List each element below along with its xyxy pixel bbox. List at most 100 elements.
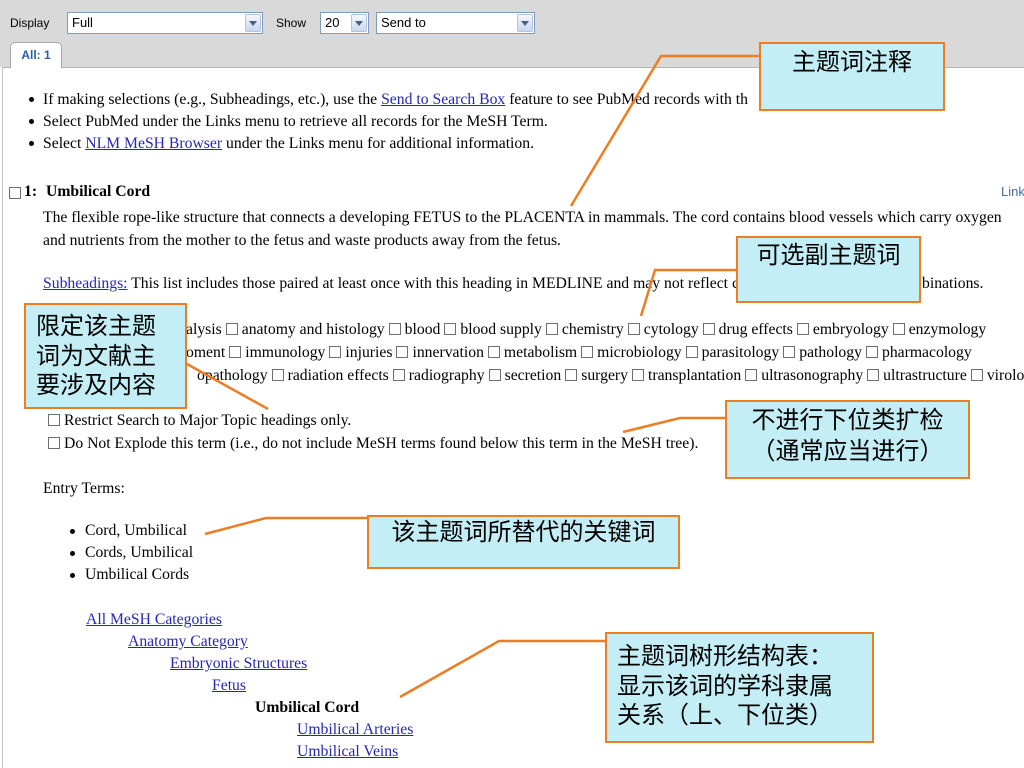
subheading-checkbox[interactable] [229,346,242,358]
no-explode-callout: 不进行下位类扩检 （通常应当进行） [725,400,970,479]
subheading-checkbox[interactable] [392,369,405,381]
mesh-record-page: Display Full Show 20 Send to All: 1 If m… [0,0,1024,768]
subheading-checkbox[interactable] [796,323,809,335]
callout-text: 显示该词的学科隶属 [617,671,833,700]
subheading-label: pharmacology [881,344,972,361]
subheadings-note-tail: binations. [922,275,984,292]
tip-text: Select [43,135,86,152]
subheadings-link[interactable]: Subheadings: [43,275,128,292]
subheading-checkbox[interactable] [783,346,796,358]
tree-link-all-mesh-categories[interactable]: All MeSH Categories [86,609,222,631]
tree-link-fetus[interactable]: Fetus [212,675,246,697]
entry-term-bullet [70,529,75,534]
subheading-checkbox[interactable] [685,346,698,358]
subheading-checkbox[interactable] [631,369,644,381]
callout-text: （通常应当进行） [751,437,944,465]
tip-text: feature to see PubMed records with th [505,91,748,108]
no-explode-option: Do Not Explode this term (i.e., do not i… [48,433,698,455]
entry-term-bullet [70,551,75,556]
subheading-label: metabolism [503,344,578,361]
subheading-checkbox[interactable] [627,323,640,335]
subheading-checkbox[interactable] [271,369,284,381]
subheading-checkbox[interactable] [444,323,457,335]
subheadings-note: Subheadings: This list includes those pa… [43,273,739,295]
subheading-checkbox[interactable] [487,346,500,358]
entry-terms-label: Entry Terms: [43,480,125,497]
subheading-checkbox[interactable] [565,369,578,381]
major-topic-checkbox[interactable] [48,414,60,426]
record-select-checkbox[interactable] [9,187,21,199]
show-count-value: 20 [325,15,340,30]
subheading-label: microbiology [597,344,682,361]
subheading-label: alysis [186,321,222,338]
send-to-select[interactable]: Send to [376,12,535,34]
record-number: 1: [24,183,38,200]
subheading-label: blood supply [460,321,542,338]
chevron-down-icon[interactable] [517,14,533,32]
subheading-checkbox[interactable] [702,323,715,335]
chevron-down-icon[interactable] [245,14,261,32]
tree-callout: 主题词树形结构表： 显示该词的学科隶属 关系（上、下位类） [605,632,874,743]
display-format-value: Full [72,15,93,30]
subheading-checkbox[interactable] [488,369,501,381]
subheading-label: radiography [408,367,485,384]
entry-term: Cords, Umbilical [85,544,194,561]
subheading-checkbox[interactable] [892,323,905,335]
nlm-mesh-browser-link[interactable]: NLM MeSH Browser [85,135,222,152]
subheading-label: enzymology [908,321,987,338]
entry-term: Cord, Umbilical [85,522,187,539]
show-count-select[interactable]: 20 [320,12,369,34]
links-menu[interactable]: Link [1001,182,1024,202]
subheading-checkbox[interactable] [970,369,983,381]
send-to-value: Send to [381,15,426,30]
subheading-checkbox[interactable] [867,369,880,381]
subheading-checkbox[interactable] [581,346,594,358]
subheadings-callout: 可选副主题词 [736,236,921,303]
tip-bullet [29,119,34,124]
subheading-label: opathology [197,367,268,384]
subheading-label: ultrastructure [883,367,967,384]
tree-link-umbilical-arteries[interactable]: Umbilical Arteries [297,719,413,741]
no-explode-checkbox[interactable] [48,437,60,449]
tree-link-embryonic-structures[interactable]: Embryonic Structures [170,653,307,675]
subheading-checkbox[interactable] [396,346,409,358]
chevron-down-icon[interactable] [351,14,367,32]
subheading-label: pathology [799,344,862,361]
tab-all[interactable]: All: 1 [10,42,62,68]
record-title: Umbilical Cord [46,183,151,200]
callout-text: 要涉及内容 [36,371,156,399]
subheading-label: immunology [245,344,326,361]
tree-link-umbilical-veins[interactable]: Umbilical Veins [297,741,398,763]
subheadings-note-text: This list includes those paired at least… [127,275,739,292]
callout-text: 不进行下位类扩检 [751,406,944,434]
tip-send-to-search-box: If making selections (e.g., Subheadings,… [43,89,748,111]
callout-text: 该主题词所替代的关键词 [391,518,656,546]
subheading-label: parasitology [701,344,780,361]
subheadings-row: alysis anatomy and histology blood blood su… [186,319,986,341]
scope-note-line: The flexible rope-like structure that co… [43,209,1002,226]
entry-terms-callout: 该主题词所替代的关键词 [367,515,680,569]
callout-text: 主题词树形结构表： [617,642,833,670]
subheading-label: blood [404,321,441,338]
callout-text: 可选副主题词 [756,241,901,269]
subheadings-row: oment immunology injuries innervation metabo… [186,342,972,364]
subheading-checkbox[interactable] [745,369,758,381]
tip-bullet [29,141,34,146]
subheading-checkbox[interactable] [329,346,342,358]
major-topic-callout: 限定该主题 词为文献主 要涉及内容 [24,303,187,409]
display-format-select[interactable]: Full [67,12,263,34]
subheading-checkbox[interactable] [865,346,878,358]
subheading-checkbox[interactable] [388,323,401,335]
tip-links-menu: Select PubMed under the Links menu to re… [43,113,548,130]
subheading-checkbox[interactable] [545,323,558,335]
display-label: Display [10,16,50,30]
subheading-label: transplantation [647,367,742,384]
send-to-search-box-link[interactable]: Send to Search Box [381,91,505,108]
subheading-label: embryology [812,321,889,338]
subheading-label: innervation [412,344,484,361]
callout-text: 关系（上、下位类） [617,701,833,729]
subheading-checkbox[interactable] [225,323,238,335]
tree-link-anatomy-category[interactable]: Anatomy Category [128,631,248,653]
subheading-label: chemistry [561,321,624,338]
entry-term: Umbilical Cords [85,566,190,583]
